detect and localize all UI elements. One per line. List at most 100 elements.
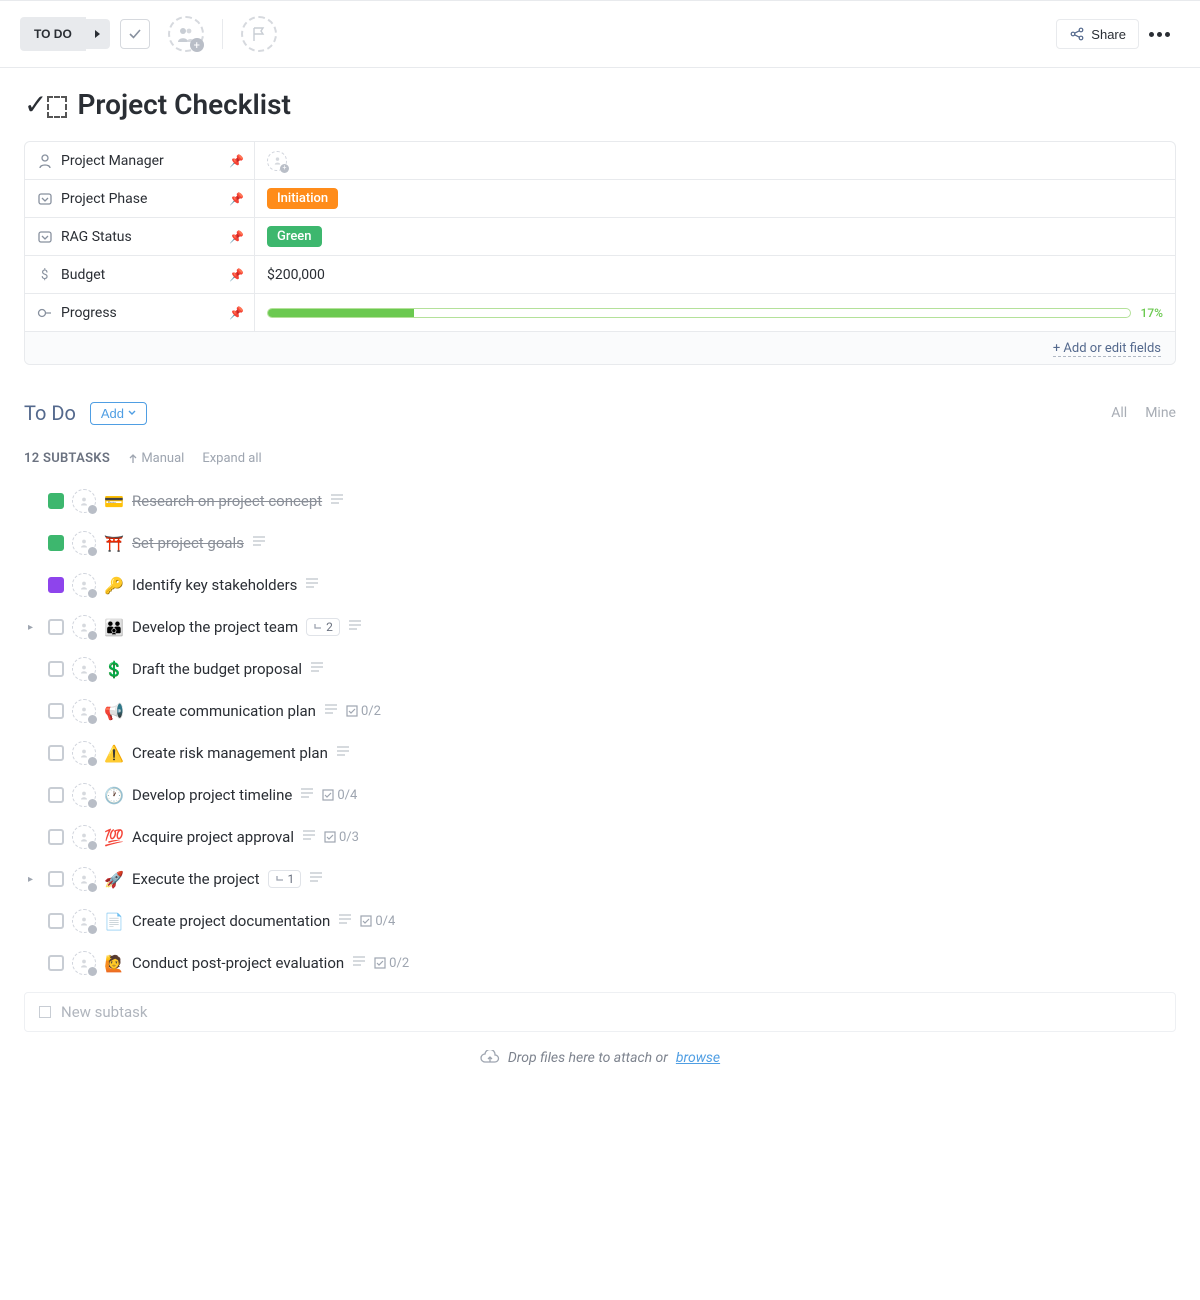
field-progress[interactable]: Progress 📌 17% xyxy=(25,294,1175,332)
subtask-count-badge[interactable]: 1 xyxy=(268,870,302,888)
field-value[interactable]: Initiation xyxy=(255,180,1175,217)
status-button[interactable]: TO DO xyxy=(20,17,86,51)
assignee-button[interactable] xyxy=(72,825,96,849)
status-checkbox[interactable] xyxy=(48,913,64,929)
field-value[interactable]: $200,000 xyxy=(255,256,1175,293)
status-checkbox[interactable] xyxy=(48,703,64,719)
sort-button[interactable]: Manual xyxy=(128,451,184,466)
description-icon[interactable] xyxy=(305,577,319,593)
description-icon[interactable] xyxy=(324,703,338,719)
field-project-manager[interactable]: Project Manager 📌 + xyxy=(25,142,1175,180)
task-title[interactable]: Draft the budget proposal xyxy=(132,660,302,678)
field-budget[interactable]: $ Budget 📌 $200,000 xyxy=(25,256,1175,294)
add-subtask-button[interactable]: Add xyxy=(90,402,147,425)
status-checkbox[interactable] xyxy=(48,745,64,761)
status-checkbox[interactable] xyxy=(48,535,64,551)
add-assignee-button[interactable]: + xyxy=(168,16,204,52)
task-title[interactable]: Conduct post-project evaluation xyxy=(132,954,344,972)
assignee-button[interactable] xyxy=(72,783,96,807)
description-icon[interactable] xyxy=(302,829,316,845)
task-title[interactable]: Create risk management plan xyxy=(132,744,328,762)
status-checkbox[interactable] xyxy=(48,619,64,635)
page-title[interactable]: Project Checklist xyxy=(77,88,290,121)
new-subtask-input[interactable]: New subtask xyxy=(24,992,1176,1032)
checklist-count[interactable]: 0/4 xyxy=(322,788,357,803)
assignee-button[interactable] xyxy=(72,699,96,723)
attachment-dropzone[interactable]: Drop files here to attach or browse xyxy=(0,1032,1200,1084)
share-button[interactable]: Share xyxy=(1056,19,1139,49)
description-icon[interactable] xyxy=(348,619,362,635)
assignee-button[interactable] xyxy=(72,615,96,639)
subtask-item[interactable]: 🙋Conduct post-project evaluation0/2 xyxy=(24,942,1176,984)
status-checkbox[interactable] xyxy=(48,787,64,803)
checklist-count[interactable]: 0/3 xyxy=(324,830,359,845)
add-person-icon[interactable]: + xyxy=(267,151,287,171)
subtask-item[interactable]: ⛩️Set project goals xyxy=(24,522,1176,564)
pin-icon[interactable]: 📌 xyxy=(229,154,244,168)
browse-link[interactable]: browse xyxy=(676,1050,720,1066)
mark-complete-button[interactable] xyxy=(120,19,150,49)
assignee-button[interactable] xyxy=(72,573,96,597)
assignee-button[interactable] xyxy=(72,741,96,765)
subtask-item[interactable]: ▸👪Develop the project team2 xyxy=(24,606,1176,648)
assignee-button[interactable] xyxy=(72,657,96,681)
description-icon[interactable] xyxy=(352,955,366,971)
status-checkbox[interactable] xyxy=(48,577,64,593)
status-checkbox[interactable] xyxy=(48,829,64,845)
assignee-button[interactable] xyxy=(72,531,96,555)
field-value[interactable]: 17% xyxy=(255,294,1175,331)
status-checkbox[interactable] xyxy=(48,493,64,509)
pin-icon[interactable]: 📌 xyxy=(229,230,244,244)
task-title[interactable]: Create project documentation xyxy=(132,912,330,930)
assignee-button[interactable] xyxy=(72,489,96,513)
task-title[interactable]: Acquire project approval xyxy=(132,828,294,846)
field-value[interactable]: + xyxy=(255,142,1175,179)
pin-icon[interactable]: 📌 xyxy=(229,268,244,282)
pin-icon[interactable]: 📌 xyxy=(229,306,244,320)
checklist-count[interactable]: 0/2 xyxy=(346,704,381,719)
status-checkbox[interactable] xyxy=(48,871,64,887)
expand-caret-icon[interactable]: ▸ xyxy=(28,622,40,633)
task-title[interactable]: Develop the project team xyxy=(132,618,298,636)
description-icon[interactable] xyxy=(300,787,314,803)
subtask-item[interactable]: 💲Draft the budget proposal xyxy=(24,648,1176,690)
expand-caret-icon[interactable]: ▸ xyxy=(28,874,40,885)
task-title[interactable]: Create communication plan xyxy=(132,702,316,720)
more-menu-button[interactable] xyxy=(1139,26,1180,43)
set-priority-button[interactable] xyxy=(241,16,277,52)
expand-all-button[interactable]: Expand all xyxy=(202,451,261,466)
assignee-button[interactable] xyxy=(72,909,96,933)
status-checkbox[interactable] xyxy=(48,955,64,971)
checklist-count[interactable]: 0/4 xyxy=(360,914,395,929)
field-value[interactable]: Green xyxy=(255,218,1175,255)
subtask-item[interactable]: 📄Create project documentation0/4 xyxy=(24,900,1176,942)
filter-mine[interactable]: Mine xyxy=(1145,405,1176,421)
task-title[interactable]: Set project goals xyxy=(132,534,244,552)
description-icon[interactable] xyxy=(252,535,266,551)
subtask-item[interactable]: 💯Acquire project approval0/3 xyxy=(24,816,1176,858)
pin-icon[interactable]: 📌 xyxy=(229,192,244,206)
description-icon[interactable] xyxy=(310,661,324,677)
subtask-item[interactable]: ▸🚀Execute the project1 xyxy=(24,858,1176,900)
description-icon[interactable] xyxy=(330,493,344,509)
description-icon[interactable] xyxy=(309,871,323,887)
filter-all[interactable]: All xyxy=(1111,405,1127,421)
subtask-item[interactable]: 🕐Develop project timeline0/4 xyxy=(24,774,1176,816)
subtask-item[interactable]: ⚠️Create risk management plan xyxy=(24,732,1176,774)
subtask-item[interactable]: 🔑Identify key stakeholders xyxy=(24,564,1176,606)
task-title[interactable]: Research on project concept xyxy=(132,492,322,510)
description-icon[interactable] xyxy=(338,913,352,929)
subtask-item[interactable]: 💳Research on project concept xyxy=(24,480,1176,522)
status-next-button[interactable] xyxy=(86,19,110,49)
status-checkbox[interactable] xyxy=(48,661,64,677)
description-icon[interactable] xyxy=(336,745,350,761)
subtask-item[interactable]: 📢Create communication plan0/2 xyxy=(24,690,1176,732)
assignee-button[interactable] xyxy=(72,951,96,975)
task-title[interactable]: Identify key stakeholders xyxy=(132,576,297,594)
field-rag-status[interactable]: RAG Status 📌 Green xyxy=(25,218,1175,256)
checklist-count[interactable]: 0/2 xyxy=(374,956,409,971)
task-title[interactable]: Execute the project xyxy=(132,870,260,888)
add-edit-fields-link[interactable]: + Add or edit fields xyxy=(1053,341,1161,357)
field-project-phase[interactable]: Project Phase 📌 Initiation xyxy=(25,180,1175,218)
progress-bar[interactable] xyxy=(267,308,1131,318)
